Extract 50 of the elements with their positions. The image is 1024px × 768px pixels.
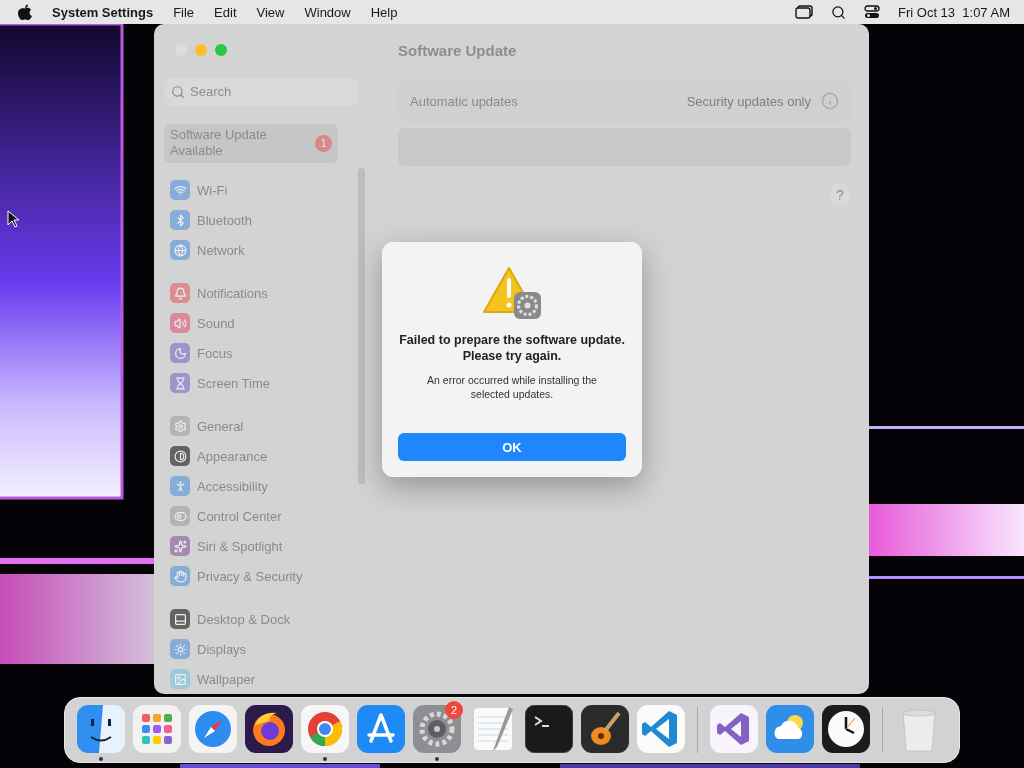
count-badge: 1 [315,134,332,152]
sidebar-item[interactable]: Sound [164,308,350,338]
menu-item[interactable]: Edit [214,4,237,20]
sidebar-item[interactable]: Notifications [164,278,350,308]
search-icon [171,84,185,99]
dock-item[interactable]: 2 [409,699,465,761]
dialog-message: An error occurred while installing the selected updates. [426,373,598,401]
smiling-face-icon[interactable] [77,705,125,753]
sidebar-item[interactable]: Appearance [164,441,350,471]
sidebar-item[interactable]: Software Update Available 1 [164,123,338,163]
menu-item[interactable]: File [173,4,195,20]
notification-badge: 2 [445,701,463,719]
menu-item[interactable]: Window [304,4,351,20]
app-menu[interactable]: System Settings [52,4,154,20]
sidebar-item[interactable]: Privacy & Security [164,561,350,591]
windows-icon[interactable] [795,5,813,19]
clock-text: Fri Oct 13 1:07 AM [898,4,1010,20]
sidebar-item[interactable]: Displays [164,634,350,664]
warning-gear-icon [482,266,542,322]
clock-icon[interactable] [822,705,870,753]
sidebar-item[interactable]: Bluetooth [164,205,350,235]
apple-icon[interactable] [18,4,32,20]
sidebar-item[interactable]: Siri & Spotlight [164,531,350,561]
help-button[interactable]: ? [829,184,851,206]
sidebar-item[interactable]: Control Center [164,501,350,531]
menu-item[interactable]: Help [370,4,398,20]
infinity-icon[interactable] [710,705,758,753]
window-title: Software Update [398,42,518,61]
sidebar-item[interactable]: General [164,411,350,441]
dialog-title: Failed to prepare the software update. Please try again. [398,332,626,364]
sidebar-item[interactable]: Screen Time [164,368,350,398]
search-icon[interactable] [831,4,846,20]
search-field[interactable]: Search [164,77,359,106]
sidebar-item[interactable]: Desktop & Dock [164,604,350,634]
terminal-icon[interactable] [525,705,573,753]
scrollbar[interactable] [358,168,365,484]
sidebar-item[interactable]: Network [164,235,350,265]
sidebar-item[interactable]: Wallpaper [164,664,350,694]
sidebar-item[interactable]: Wi-Fi [164,175,350,205]
grid-icon[interactable] [133,705,181,753]
guitar-icon[interactable] [581,705,629,753]
sidebar-item[interactable]: Accessibility [164,471,350,501]
flame-globe-icon[interactable] [245,705,293,753]
ribbon-icon[interactable] [637,705,685,753]
ok-button[interactable]: OK [398,433,626,461]
cursor-icon [7,210,19,228]
gear-icon[interactable] [413,705,461,753]
sidebar-item[interactable]: Focus [164,338,350,368]
toggles-icon[interactable] [864,5,880,19]
menu-item[interactable]: View [256,4,285,20]
